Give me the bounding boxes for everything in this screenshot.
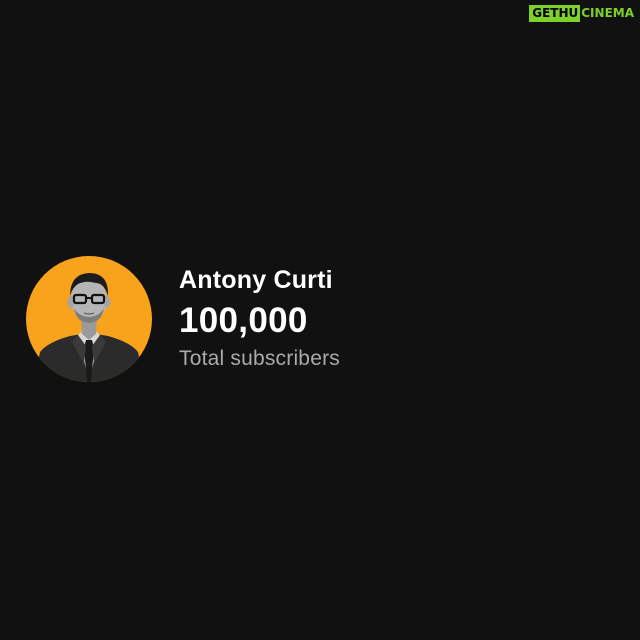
watermark-text: CINEMA — [581, 6, 634, 20]
subscriber-count: 100,000 — [179, 300, 308, 340]
channel-name: Antony Curti — [179, 265, 333, 294]
person-portrait-icon — [26, 256, 152, 382]
gethu-cinema-watermark: GETHU CINEMA — [529, 5, 634, 22]
channel-summary: Antony Curti 100,000 Total subscribers — [26, 256, 340, 382]
subscriber-label: Total subscribers — [179, 346, 340, 370]
channel-avatar — [26, 256, 152, 382]
channel-info: Antony Curti 100,000 Total subscribers — [179, 265, 340, 372]
watermark-highlight-text: GETHU — [529, 5, 581, 22]
subscriber-milestone-card: GETHU CINEMA Antony Curti 100,000 Total … — [0, 0, 640, 640]
